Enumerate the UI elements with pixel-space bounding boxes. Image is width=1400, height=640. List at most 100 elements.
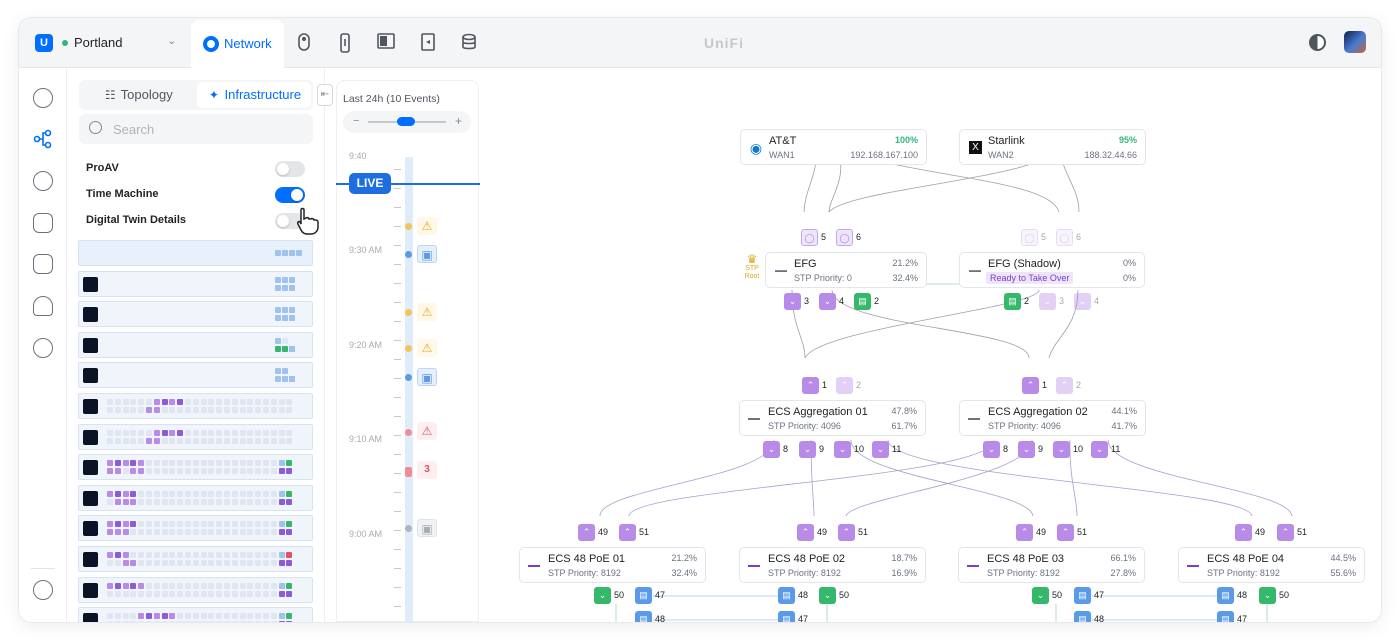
agg-uplink-port[interactable]: ⌃ 1 — [1022, 377, 1055, 394]
site-selector[interactable]: Portland — [74, 35, 122, 50]
access-uplink-port[interactable]: ⌃ 51 — [1277, 524, 1310, 541]
avatar[interactable] — [1344, 31, 1366, 53]
agg-downlink-port[interactable]: ⌄ 10 — [1053, 441, 1086, 458]
topology-canvas[interactable]: ◉ AT&T WAN1 100% 192.168.167.100 X Starl… — [489, 68, 1381, 622]
gateway-lan-port[interactable]: ⌄ 3 — [784, 293, 817, 310]
live-badge[interactable]: LIVE — [349, 173, 391, 194]
tab-network[interactable]: Network — [191, 20, 284, 68]
event-dot-inactive[interactable] — [405, 525, 412, 532]
theme-toggle-icon[interactable] — [1309, 34, 1326, 51]
warning-icon[interactable]: ⚠ — [417, 217, 437, 235]
gateway-lan-port[interactable]: ⌄ 4 — [819, 293, 852, 310]
access-downlink-port[interactable]: ⌄ 50 — [1259, 587, 1292, 604]
event-dot-error[interactable] — [405, 467, 412, 477]
access-switch-node-02[interactable]: ECS 48 PoE 02 STP Priority: 8192 18.7% 1… — [739, 547, 926, 583]
event-dot-error[interactable] — [405, 429, 412, 436]
warning-icon[interactable]: ⚠ — [417, 303, 437, 321]
agg-uplink-port[interactable]: ⌃ 2 — [836, 377, 869, 394]
wan-node-att[interactable]: ◉ AT&T WAN1 100% 192.168.167.100 — [740, 129, 927, 165]
access-uplink-port[interactable]: ⌃ 51 — [619, 524, 652, 541]
access-switch-node-04[interactable]: ECS 48 PoE 04 STP Priority: 8192 44.5% 5… — [1178, 547, 1365, 583]
timeline-zoom-slider[interactable]: − + — [343, 111, 471, 133]
tab-topology[interactable]: ☷ Topology — [81, 82, 195, 108]
shadow-ha-port[interactable]: ▤ 2 — [1004, 293, 1037, 310]
access-switch-node-03[interactable]: ECS 48 PoE 03 STP Priority: 8192 66.1% 2… — [958, 547, 1145, 583]
access-uplink-port[interactable]: ⌃ 49 — [1235, 524, 1268, 541]
aggregation-node-02[interactable]: ECS Aggregation 02 STP Priority: 4096 44… — [959, 400, 1146, 436]
agg-uplink-port[interactable]: ⌃ 2 — [1056, 377, 1089, 394]
collapse-panel-icon[interactable]: ⇤ — [317, 84, 333, 106]
device-row[interactable] — [78, 362, 313, 389]
device-event-icon[interactable]: ▣ — [417, 368, 437, 386]
time-machine-toggle[interactable] — [275, 187, 305, 203]
shadow-lan-port[interactable]: ⌄ 3 — [1039, 293, 1072, 310]
aggregation-node-01[interactable]: ECS Aggregation 01 STP Priority: 4096 47… — [739, 400, 926, 436]
talk-app-icon[interactable] — [377, 33, 395, 53]
access-lag-port[interactable]: ▤ 48 — [778, 587, 811, 604]
shadow-wan-port[interactable]: ◯ 6 — [1056, 229, 1089, 246]
agg-downlink-port[interactable]: ⌄ 9 — [1018, 441, 1051, 458]
access-uplink-port[interactable]: ⌃ 49 — [578, 524, 611, 541]
device-row[interactable] — [78, 484, 313, 511]
device-row[interactable] — [78, 576, 313, 603]
access-lag-port[interactable]: ▤ 47 — [1217, 611, 1250, 622]
agg-downlink-port[interactable]: ⌄ 9 — [799, 441, 832, 458]
shadow-lan-port[interactable]: ⌄ 4 — [1074, 293, 1107, 310]
gateway-wan-port[interactable]: ◯ 5 — [801, 229, 834, 246]
access-switch-node-01[interactable]: ECS 48 PoE 01 STP Priority: 8192 21.2% 3… — [519, 547, 706, 583]
access-uplink-port[interactable]: ⌃ 51 — [1057, 524, 1090, 541]
gateway-ha-port[interactable]: ▤ 2 — [854, 293, 887, 310]
device-row[interactable] — [78, 423, 313, 450]
search-input[interactable]: Search — [79, 114, 313, 144]
connect-app-icon[interactable] — [419, 33, 437, 53]
insights-icon[interactable] — [33, 296, 53, 316]
device-row[interactable] — [78, 270, 313, 297]
access-downlink-port[interactable]: ⌄ 50 — [819, 587, 852, 604]
gateway-node-efg-shadow[interactable]: ▬▬ EFG (Shadow) Ready to Take Over 0% 0% — [959, 252, 1145, 288]
agg-downlink-port[interactable]: ⌄ 11 — [872, 441, 905, 458]
wan-node-starlink[interactable]: X Starlink WAN2 95% 188.32.44.66 — [959, 129, 1146, 165]
access-lag-port[interactable]: ▤ 48 — [635, 611, 668, 622]
gateway-wan-port[interactable]: ◯ 6 — [836, 229, 869, 246]
device-row[interactable] — [78, 454, 313, 481]
zoom-out-icon[interactable]: − — [353, 115, 359, 127]
proav-toggle[interactable] — [275, 161, 305, 177]
device-event-icon[interactable]: ▣ — [417, 245, 437, 263]
access-app-icon[interactable] — [336, 33, 354, 53]
access-lag-port[interactable]: ▤ 47 — [778, 611, 811, 622]
event-dot-warning[interactable] — [405, 309, 412, 316]
access-lag-port[interactable]: ▤ 47 — [1074, 587, 1107, 604]
agg-downlink-port[interactable]: ⌄ 11 — [1091, 441, 1124, 458]
event-dot-warning[interactable] — [405, 223, 412, 230]
device-row[interactable] — [78, 301, 313, 328]
event-dot-device[interactable] — [405, 374, 412, 381]
access-uplink-port[interactable]: ⌃ 51 — [838, 524, 871, 541]
agg-downlink-port[interactable]: ⌄ 10 — [834, 441, 867, 458]
device-event-icon[interactable]: ▣ — [417, 519, 437, 537]
chevron-down-icon[interactable]: ⌄ — [167, 34, 176, 47]
device-row[interactable] — [78, 607, 313, 622]
clients-icon[interactable] — [33, 254, 53, 274]
device-row[interactable] — [78, 392, 313, 419]
drive-app-icon[interactable] — [460, 33, 478, 53]
topology-nav-icon[interactable] — [33, 129, 53, 149]
agg-uplink-port[interactable]: ⌃ 1 — [802, 377, 835, 394]
shadow-wan-port[interactable]: ◯ 5 — [1021, 229, 1054, 246]
access-downlink-port[interactable]: ⌄ 50 — [1032, 587, 1065, 604]
device-row[interactable] — [78, 515, 313, 542]
access-lag-port[interactable]: ▤ 48 — [1217, 587, 1250, 604]
unifi-logo-icon[interactable]: U — [35, 34, 53, 52]
agg-downlink-port[interactable]: ⌄ 8 — [983, 441, 1016, 458]
event-dot-device[interactable] — [405, 251, 412, 258]
access-downlink-port[interactable]: ⌄ 50 — [594, 587, 627, 604]
access-uplink-port[interactable]: ⌃ 49 — [797, 524, 830, 541]
error-warning-icon[interactable]: ⚠ — [417, 422, 437, 440]
device-row[interactable] — [78, 545, 313, 572]
access-uplink-port[interactable]: ⌃ 49 — [1016, 524, 1049, 541]
device-row[interactable] — [78, 331, 313, 358]
agg-downlink-port[interactable]: ⌄ 8 — [763, 441, 796, 458]
alerts-icon[interactable] — [33, 338, 53, 358]
gateway-node-efg[interactable]: ▬▬ EFG STP Priority: 0 21.2% 32.4% — [765, 252, 927, 288]
tab-infrastructure[interactable]: ✦ Infrastructure — [197, 82, 311, 108]
event-dot-warning[interactable] — [405, 345, 412, 352]
